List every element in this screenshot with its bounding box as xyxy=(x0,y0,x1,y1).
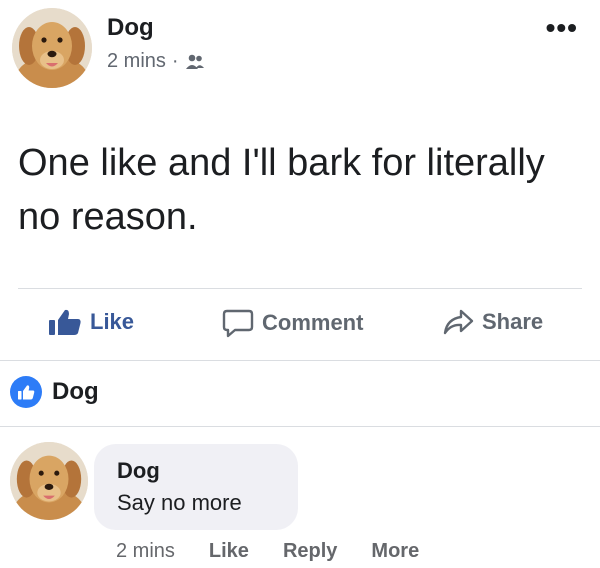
divider xyxy=(18,288,582,289)
friends-icon xyxy=(185,53,205,71)
post-author-avatar[interactable] xyxy=(12,8,92,88)
post-text: One like and I'll bark for literally no … xyxy=(18,142,545,238)
comment-bubble: Dog Say no more xyxy=(94,444,298,530)
comment-button[interactable]: Comment xyxy=(222,308,363,338)
comment-text: Say no more xyxy=(117,490,242,515)
post-action-bar: Like Comment Share xyxy=(0,296,600,356)
post-author-name[interactable]: Dog xyxy=(107,14,154,42)
share-arrow-icon xyxy=(442,308,474,336)
comment-author-avatar[interactable] xyxy=(10,442,88,520)
more-options-icon[interactable]: ••• xyxy=(546,14,578,42)
meta-separator: · xyxy=(171,50,179,72)
comment-author-name[interactable]: Dog xyxy=(117,458,160,484)
comment-like-button[interactable]: Like xyxy=(209,540,249,563)
like-button[interactable]: Like xyxy=(48,308,134,336)
reactions-summary[interactable]: Dog xyxy=(10,376,99,408)
comment-more-button[interactable]: More xyxy=(371,540,419,563)
like-reaction-icon xyxy=(10,376,42,408)
share-label: Share xyxy=(482,309,544,334)
comment-actions: 2 mins Like Reply More xyxy=(116,540,419,563)
reactor-name[interactable]: Dog xyxy=(52,378,99,406)
post-meta: 2 mins · xyxy=(107,50,205,73)
comment-reply-button[interactable]: Reply xyxy=(283,540,337,563)
share-button[interactable]: Share xyxy=(442,308,543,336)
thumbs-up-icon xyxy=(48,308,82,336)
comment-timestamp[interactable]: 2 mins xyxy=(116,540,175,563)
post-timestamp[interactable]: 2 mins xyxy=(107,50,166,73)
post-header: Dog 2 mins · ••• xyxy=(0,0,600,90)
divider xyxy=(0,360,600,361)
divider xyxy=(0,426,600,427)
comment-label: Comment xyxy=(262,310,364,335)
like-label: Like xyxy=(90,309,135,334)
speech-bubble-icon xyxy=(222,308,254,338)
